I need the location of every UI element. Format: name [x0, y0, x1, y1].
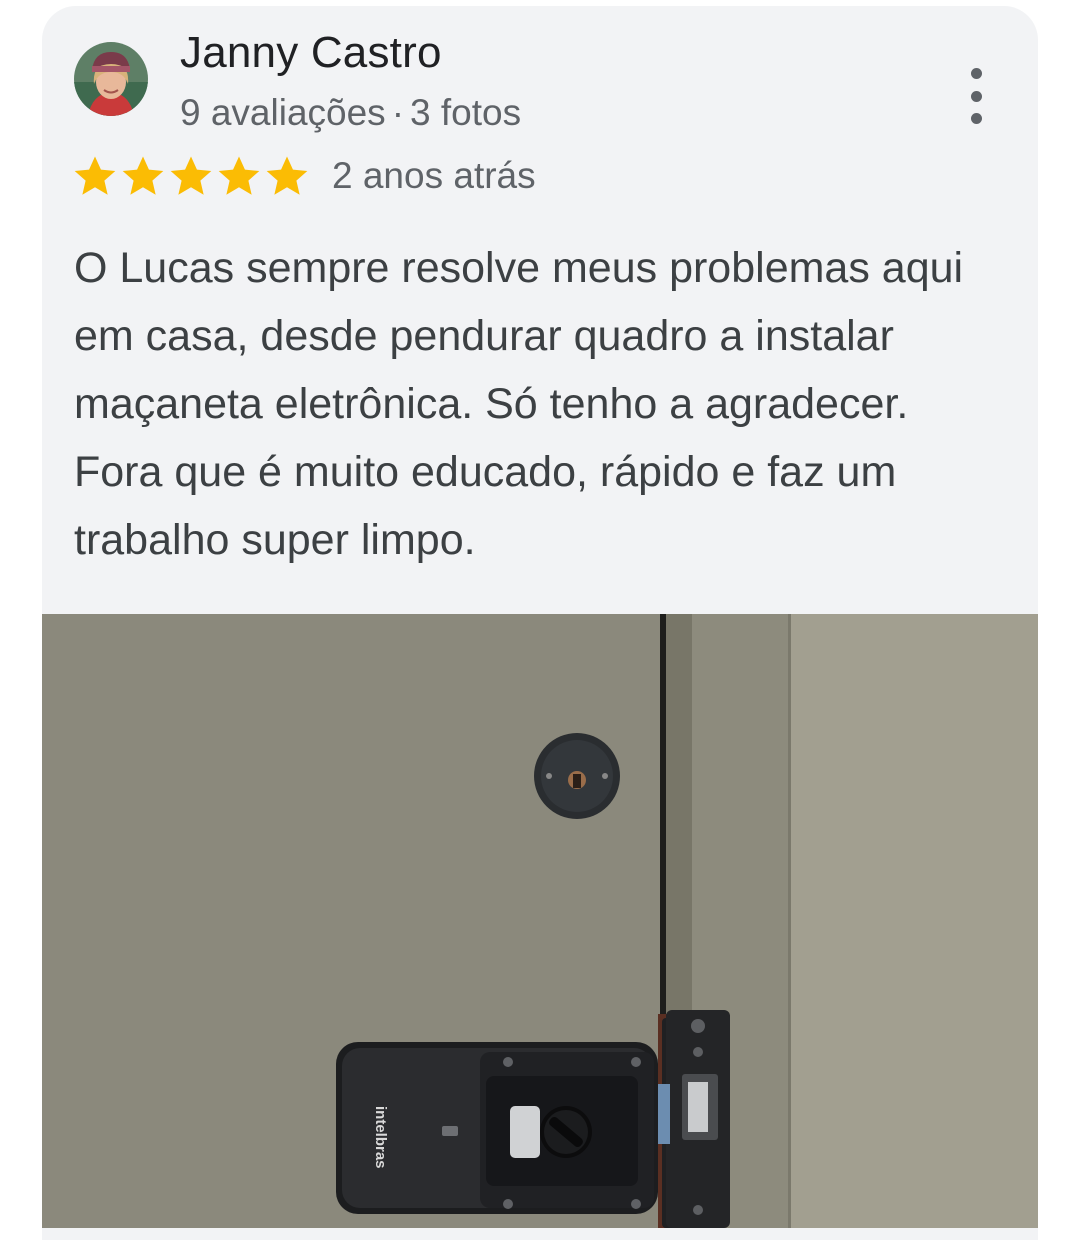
avatar[interactable]	[74, 42, 148, 116]
review-card: Janny Castro 9 avaliações · 3 fotos 2 anos…	[42, 6, 1038, 1240]
star-icon	[122, 156, 164, 195]
rating-row: 2 anos atrás	[72, 152, 536, 200]
photos-count: 3 fotos	[410, 92, 522, 133]
star-rating	[72, 153, 310, 199]
review-time: 2 anos atrás	[332, 155, 536, 196]
star-icon	[218, 156, 260, 195]
star-icon	[74, 156, 116, 195]
more-vertical-icon	[970, 68, 982, 79]
lock-brand-label: intelbras	[372, 1106, 389, 1169]
review-photo[interactable]: intelbras	[42, 614, 1038, 1228]
author-name[interactable]: Janny Castro	[180, 28, 442, 78]
star-icon	[170, 156, 212, 195]
more-options-button[interactable]	[958, 68, 994, 124]
reviews-count: 9 avaliações	[180, 92, 386, 133]
author-meta: 9 avaliações · 3 fotos	[180, 92, 521, 134]
meta-separator: ·	[391, 92, 405, 133]
card-footer	[42, 1228, 1038, 1240]
star-icon	[266, 156, 308, 195]
review-text: O Lucas sempre resolve meus problemas aq…	[74, 244, 964, 564]
